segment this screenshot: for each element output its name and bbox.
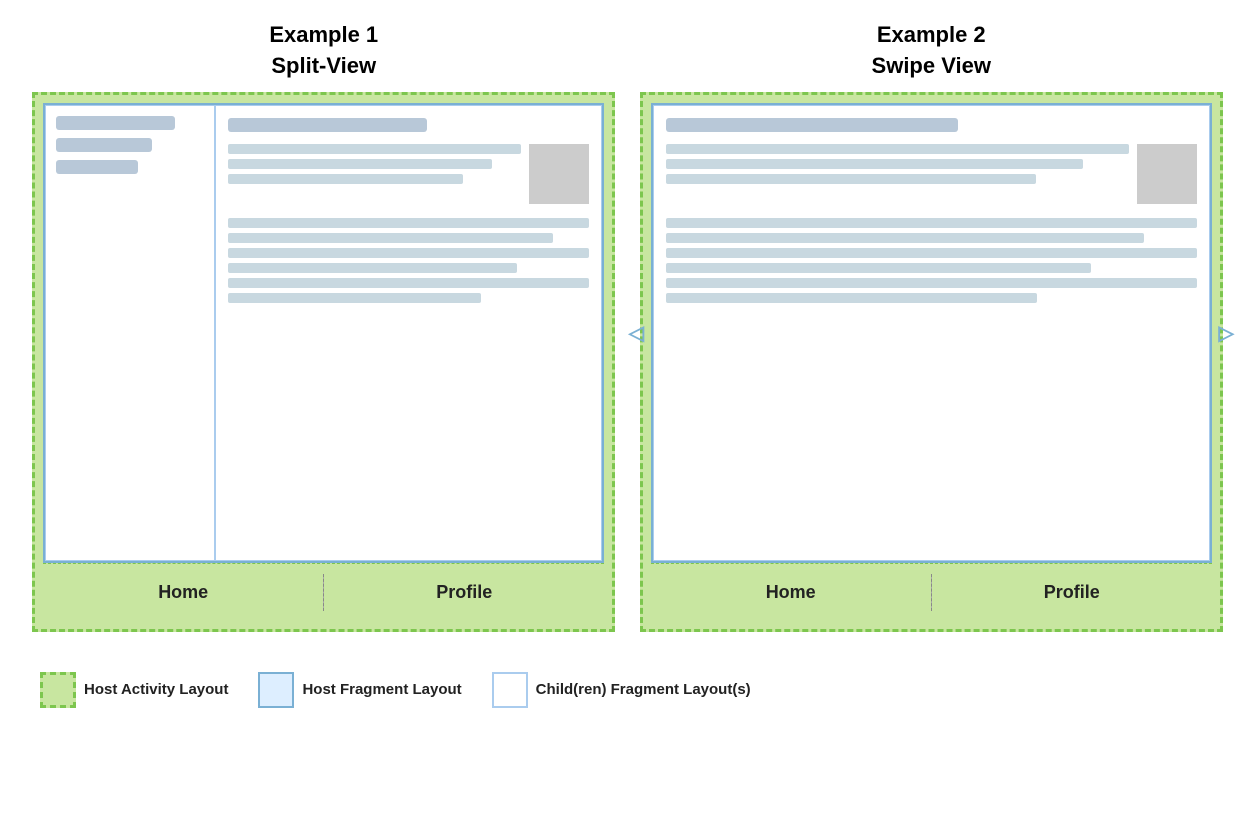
example2-tab-profile[interactable]: Profile [932, 564, 1212, 621]
main-container: Example 1 Split-View [20, 20, 1235, 718]
content-header2 [666, 118, 958, 132]
line [228, 174, 463, 184]
example2-host-activity: ◁ [640, 92, 1223, 632]
example1-bottom-tabs: Home Profile [43, 563, 604, 621]
line [228, 278, 589, 288]
content-thumbnail2 [1137, 144, 1197, 204]
sidebar-item-3 [56, 160, 137, 174]
line [666, 144, 1129, 154]
legend-item-green: Host Activity Layout [40, 672, 228, 708]
line [666, 174, 1037, 184]
content-bottom-lines [228, 218, 589, 303]
line [228, 144, 521, 154]
legend-label-white: Child(ren) Fragment Layout(s) [536, 681, 751, 698]
line [666, 248, 1197, 258]
legend-white-box [492, 672, 528, 708]
example2-tab-home[interactable]: Home [651, 564, 931, 621]
example1-host-fragment [43, 103, 604, 563]
example2-wrapper: Example 2 Swipe View ◁ [640, 20, 1223, 632]
example2-host-fragment [651, 103, 1212, 563]
content-lines2 [666, 144, 1129, 204]
example2-title-line1: Example 2 [872, 20, 991, 51]
example2-title-line2: Swipe View [872, 51, 991, 82]
sidebar-item-1 [56, 116, 174, 130]
content-bottom-lines2 [666, 218, 1197, 303]
line [666, 159, 1083, 169]
content-thumbnail [529, 144, 589, 204]
legend-item-blue: Host Fragment Layout [258, 672, 461, 708]
example2-bottom-tabs: Home Profile [651, 563, 1212, 621]
legend-blue-box [258, 672, 294, 708]
line [666, 293, 1038, 303]
line [228, 248, 589, 258]
example2-swipe-wrapper: ◁ [651, 103, 1212, 563]
content-header [228, 118, 427, 132]
legend-label-blue: Host Fragment Layout [302, 681, 461, 698]
line [666, 233, 1144, 243]
example1-main-content [215, 105, 602, 561]
legend-label-green: Host Activity Layout [84, 681, 228, 698]
line [228, 263, 517, 273]
examples-row: Example 1 Split-View [20, 20, 1235, 632]
legend-item-white: Child(ren) Fragment Layout(s) [492, 672, 751, 708]
example1-tab-home[interactable]: Home [43, 564, 323, 621]
content-lines [228, 144, 521, 204]
example1-wrapper: Example 1 Split-View [32, 20, 615, 632]
example1-title-line1: Example 1 [269, 20, 378, 51]
line [228, 218, 589, 228]
line [228, 293, 481, 303]
line [666, 278, 1197, 288]
example2-main-content [653, 105, 1210, 561]
swipe-left-arrow[interactable]: ◁ [629, 320, 644, 345]
legend: Host Activity Layout Host Fragment Layou… [20, 662, 1235, 718]
example1-title: Example 1 Split-View [269, 20, 378, 82]
example1-host-activity: Home Profile [32, 92, 615, 632]
content-body [228, 144, 589, 204]
example1-sidebar [45, 105, 215, 561]
line [666, 218, 1197, 228]
legend-green-box [40, 672, 76, 708]
line [666, 263, 1091, 273]
example1-title-line2: Split-View [269, 51, 378, 82]
example1-tab-profile[interactable]: Profile [324, 564, 604, 621]
example2-title: Example 2 Swipe View [872, 20, 991, 82]
content-body2 [666, 144, 1197, 204]
line [228, 159, 492, 169]
swipe-right-arrow[interactable]: ▷ [1218, 320, 1233, 345]
sidebar-item-2 [56, 138, 152, 152]
line [228, 233, 553, 243]
